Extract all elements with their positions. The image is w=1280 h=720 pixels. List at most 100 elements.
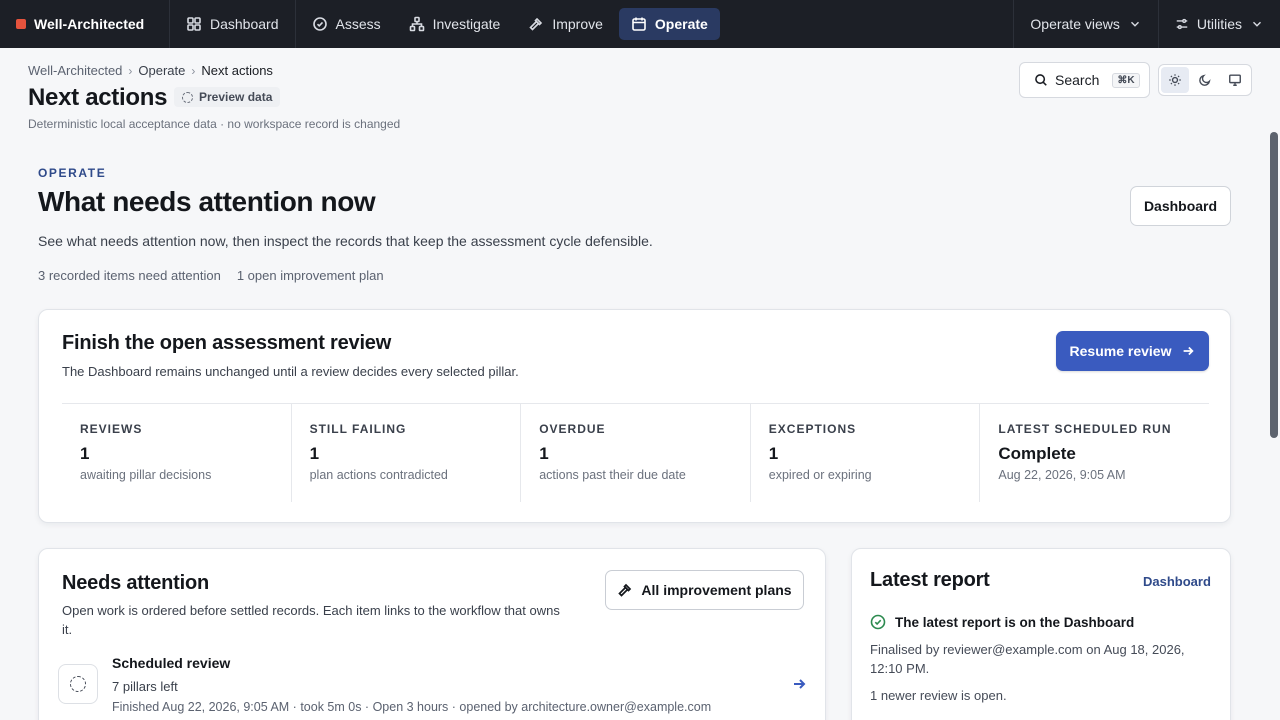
nav-item-label: Improve <box>552 16 603 32</box>
latest-report-title: Latest report <box>870 569 990 591</box>
stat-description: actions past their due date <box>539 468 686 482</box>
utilities-dropdown[interactable]: Utilities <box>1157 0 1280 48</box>
grid-icon <box>187 17 201 31</box>
resume-review-label: Resume review <box>1069 343 1172 359</box>
nav-item-operate[interactable]: Operate <box>618 8 720 40</box>
sun-icon <box>1169 74 1181 86</box>
needs-attention-card: Needs attention Open work is ordered bef… <box>38 548 826 720</box>
scrollbar-thumb[interactable] <box>1270 132 1278 438</box>
arrow-right-icon <box>1184 346 1195 356</box>
brand[interactable]: Well-Architected <box>0 0 170 48</box>
check-circle-icon <box>870 614 886 630</box>
stat-still-failing: STILL FAILING 1 plan actions contradicte… <box>292 404 522 502</box>
stat-exceptions: EXCEPTIONS 1 expired or expiring <box>751 404 981 502</box>
preview-badge-label: Preview data <box>199 90 273 104</box>
brand-name: Well-Architected <box>34 16 145 32</box>
calendar-icon <box>632 17 646 31</box>
attention-item-title[interactable]: Scheduled review <box>112 655 230 671</box>
brand-logo-icon <box>16 19 26 29</box>
stat-description: plan actions contradicted <box>309 468 448 482</box>
nav-item-label: Investigate <box>432 16 501 32</box>
stat-latest-scheduled-run: LATEST SCHEDULED RUN Complete Aug 22, 20… <box>980 404 1209 502</box>
dashed-circle-icon <box>70 676 86 692</box>
nav-item-improve[interactable]: Improve <box>516 8 615 40</box>
stat-reviews: REVIEWS 1 awaiting pillar decisions <box>62 404 292 502</box>
stat-value: 1 <box>768 444 779 463</box>
search-label: Search <box>1055 72 1100 88</box>
top-navigation: Well-Architected Dashboard Assess Invest… <box>0 0 1280 48</box>
theme-dark-button[interactable] <box>1191 67 1219 93</box>
preview-data-badge: Preview data <box>174 87 281 107</box>
needs-attention-subtitle: Open work is ordered before settled reco… <box>62 603 560 637</box>
theme-switcher <box>1158 64 1252 96</box>
stat-label: REVIEWS <box>80 422 143 436</box>
review-card-title: Finish the open assessment review <box>62 332 392 354</box>
all-improvement-plans-button[interactable]: All improvement plans <box>605 570 804 610</box>
attention-count: 3 recorded items need attention <box>38 268 221 283</box>
nav-item-dashboard[interactable]: Dashboard <box>174 0 296 48</box>
stat-description: awaiting pillar decisions <box>80 468 212 482</box>
chevron-right-icon: › <box>128 63 133 78</box>
search-button[interactable]: Search ⌘K <box>1019 62 1150 98</box>
stat-label: EXCEPTIONS <box>768 422 857 436</box>
hammer-icon <box>618 583 632 597</box>
chevron-right-icon: › <box>191 63 196 78</box>
attention-item-link[interactable] <box>791 676 807 697</box>
network-icon <box>409 16 424 32</box>
chevron-down-icon <box>1130 21 1139 27</box>
dashboard-button[interactable]: Dashboard <box>1130 186 1231 226</box>
section-heading: What needs attention now <box>38 186 376 217</box>
latest-report-dashboard-link[interactable]: Dashboard <box>1143 574 1211 589</box>
all-improvement-plans-label: All improvement plans <box>641 582 792 598</box>
chevron-down-icon <box>1253 21 1261 27</box>
utilities-label: Utilities <box>1196 16 1242 32</box>
stat-value: 1 <box>80 444 90 463</box>
nav-item-label: Operate <box>654 16 708 32</box>
page-title: Next actions <box>28 84 168 111</box>
theme-light-button[interactable] <box>1161 67 1189 93</box>
search-icon <box>1035 74 1047 86</box>
scheduled-review-icon <box>58 664 98 704</box>
attention-item-details: Finished Aug 22, 2026, 9:05 AM · took 5m… <box>112 700 712 714</box>
monitor-icon <box>1229 74 1241 86</box>
stat-label: OVERDUE <box>539 422 606 436</box>
stat-value: 1 <box>539 444 549 463</box>
stat-label: LATEST SCHEDULED RUN <box>998 422 1172 436</box>
breadcrumb-item-current: Next actions <box>201 63 273 78</box>
theme-system-button[interactable] <box>1221 67 1249 93</box>
stat-description: Aug 22, 2026, 9:05 AM <box>998 468 1126 482</box>
latest-report-status: The latest report is on the Dashboard <box>895 615 1135 630</box>
page-subtitle: Deterministic local acceptance data · no… <box>28 117 401 131</box>
nav-item-assess[interactable]: Assess <box>300 8 393 40</box>
nav-item-label: Dashboard <box>210 16 279 32</box>
latest-report-card: Latest report Dashboard The latest repor… <box>851 548 1231 720</box>
resume-review-button[interactable]: Resume review <box>1056 331 1209 371</box>
stat-description: expired or expiring <box>768 468 872 482</box>
open-review-card: Finish the open assessment review The Da… <box>38 309 1231 523</box>
operate-views-dropdown[interactable]: Operate views <box>1013 0 1157 48</box>
review-stats: REVIEWS 1 awaiting pillar decisions STIL… <box>62 403 1209 502</box>
stat-value: Complete <box>998 444 1076 463</box>
dashed-circle-icon <box>182 91 193 103</box>
section-eyebrow: OPERATE <box>38 166 107 180</box>
page-scrollbar[interactable] <box>1268 130 1280 720</box>
breadcrumb-item-home[interactable]: Well-Architected <box>28 63 122 78</box>
hammer-icon <box>529 17 543 31</box>
keyboard-shortcut: ⌘K <box>1112 72 1140 88</box>
operate-views-label: Operate views <box>1030 16 1120 32</box>
nav-item-investigate[interactable]: Investigate <box>397 8 513 40</box>
stat-value: 1 <box>309 444 320 463</box>
review-card-subtitle: The Dashboard remains unchanged until a … <box>62 364 519 379</box>
section-meta: 3 recorded items need attention 1 open i… <box>38 268 384 283</box>
breadcrumb: Well-Architected › Operate › Next action… <box>28 63 273 78</box>
attention-item-summary: 7 pillars left <box>112 679 178 694</box>
breadcrumb-item-operate[interactable]: Operate <box>138 63 185 78</box>
latest-report-newer-note: 1 newer review is open. <box>870 688 1007 703</box>
check-circle-icon <box>312 17 327 31</box>
moon-icon <box>1199 74 1211 86</box>
needs-attention-title: Needs attention <box>62 572 210 594</box>
sliders-icon <box>1176 18 1188 30</box>
stat-label: STILL FAILING <box>309 422 407 436</box>
latest-report-detail: Finalised by reviewer@example.com on Aug… <box>870 642 1185 676</box>
arrow-right-icon <box>794 679 806 689</box>
